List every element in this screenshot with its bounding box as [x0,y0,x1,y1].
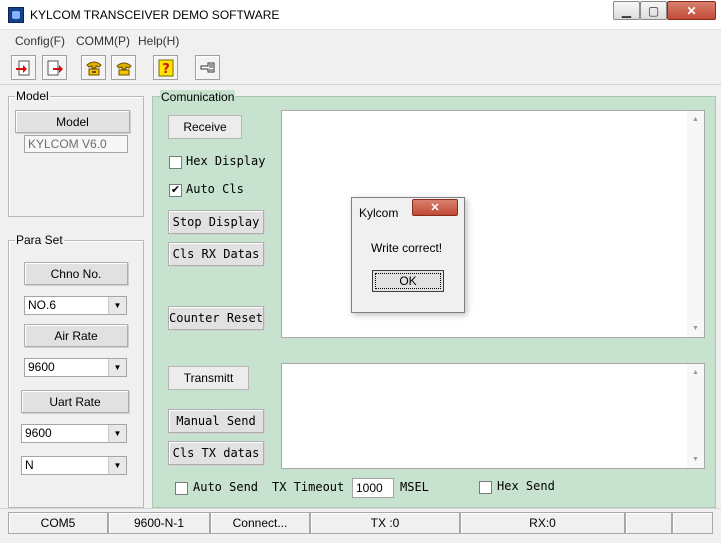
hex-display-label: Hex Display [186,154,266,168]
rx-textarea[interactable]: ▲ ▼ [281,110,705,338]
open-port-button[interactable] [11,55,36,80]
scroll-down-icon: ▼ [692,456,699,463]
close-icon: ✕ [686,3,697,18]
read-params-icon [85,61,102,75]
status-connection: Connect... [210,512,310,534]
close-port-icon [47,60,63,75]
cls-rx-button[interactable]: Cls RX Datas [168,242,264,266]
close-icon: ✕ [430,202,440,214]
app-icon [8,7,24,23]
chevron-down-icon: ▼ [108,297,126,314]
status-tx: TX :0 [310,512,460,534]
chno-select[interactable]: NO.6 ▼ [24,296,127,315]
uart-rate-select[interactable]: 9600 ▼ [21,424,127,443]
scroll-up-icon: ▲ [692,369,699,376]
receive-label: Receive [183,120,227,134]
menu-help[interactable]: Help(H) [138,34,179,48]
svg-text:?: ? [162,62,170,77]
window-title: KYLCOM TRANSCEIVER DEMO SOFTWARE [30,8,280,22]
receive-button[interactable]: Receive [168,115,242,139]
msel-label: MSEL [400,480,429,494]
chno-button[interactable]: Chno No. [24,262,128,285]
status-empty-2 [672,512,713,534]
help-icon: ? [158,59,173,77]
minimize-icon: ▁ [621,3,632,18]
counter-reset-button[interactable]: Counter Reset [168,306,264,330]
auto-send-checkbox[interactable] [175,482,188,495]
uart-rate-value: 9600 [25,426,52,440]
dialog-close-button[interactable]: ✕ [412,199,458,216]
communication-label: Comunication [160,90,236,104]
air-rate-button[interactable]: Air Rate [24,324,128,347]
help-button[interactable]: ? [153,55,178,80]
write-params-button[interactable] [111,55,136,80]
exit-button[interactable] [195,55,220,80]
dialog-message: Write correct! [371,241,443,255]
parity-value: N [25,458,34,472]
status-format: 9600-N-1 [108,512,210,534]
hex-send-label: Hex Send [497,479,555,493]
model-group-label: Model [15,89,50,103]
checkmark-icon: ✔ [170,184,181,196]
air-rate-select[interactable]: 9600 ▼ [24,358,127,377]
menu-config[interactable]: Config(F) [15,34,65,48]
uart-rate-button[interactable]: Uart Rate [21,390,129,413]
maximize-icon: ▢ [647,3,660,18]
hex-display-checkbox[interactable] [169,156,182,169]
para-set-label: Para Set [15,233,64,247]
cls-tx-button[interactable]: Cls TX datas [168,441,264,465]
model-value-field[interactable]: KYLCOM V6.0 [24,135,128,153]
hex-send-checkbox[interactable] [479,481,492,494]
exit-icon [200,62,214,72]
model-button[interactable]: Model [15,110,130,133]
dialog-ok-label: OK [399,274,417,288]
menu-comm[interactable]: COMM(P) [76,34,130,48]
chno-value: NO.6 [28,298,57,312]
tx-scrollbar[interactable]: ▲ ▼ [687,364,704,468]
scroll-down-icon: ▼ [692,325,699,332]
chevron-down-icon: ▼ [108,359,126,376]
auto-cls-checkbox[interactable]: ✔ [169,184,182,197]
scroll-up-icon: ▲ [692,116,699,123]
tx-timeout-input[interactable]: 1000 [352,478,394,498]
rx-scrollbar[interactable]: ▲ ▼ [687,111,704,337]
close-button[interactable]: ✕ [667,1,716,20]
status-empty-1 [625,512,672,534]
write-params-icon [115,62,132,75]
read-params-button[interactable] [81,55,106,80]
air-rate-value: 9600 [28,360,55,374]
manual-send-button[interactable]: Manual Send [168,409,264,433]
toolbar [0,51,721,85]
status-port: COM5 [8,512,108,534]
parity-select[interactable]: N ▼ [21,456,127,475]
status-rx: RX:0 [460,512,625,534]
dialog-title: Kylcom [359,206,399,220]
auto-cls-label: Auto Cls [186,182,244,196]
stop-display-button[interactable]: Stop Display [168,210,264,234]
open-port-icon [15,60,29,75]
maximize-button[interactable]: ▢ [640,1,667,20]
transmit-button[interactable]: Transmitt [168,366,249,390]
tx-timeout-label: TX Timeout [272,480,345,494]
chevron-down-icon: ▼ [108,425,126,442]
minimize-button[interactable]: ▁ [613,1,640,20]
tx-textarea[interactable]: ▲ ▼ [281,363,705,469]
dialog-ok-button[interactable]: OK [372,270,444,292]
close-port-button[interactable] [42,55,67,80]
auto-send-label: Auto Send [193,480,259,494]
chevron-down-icon: ▼ [108,457,126,474]
